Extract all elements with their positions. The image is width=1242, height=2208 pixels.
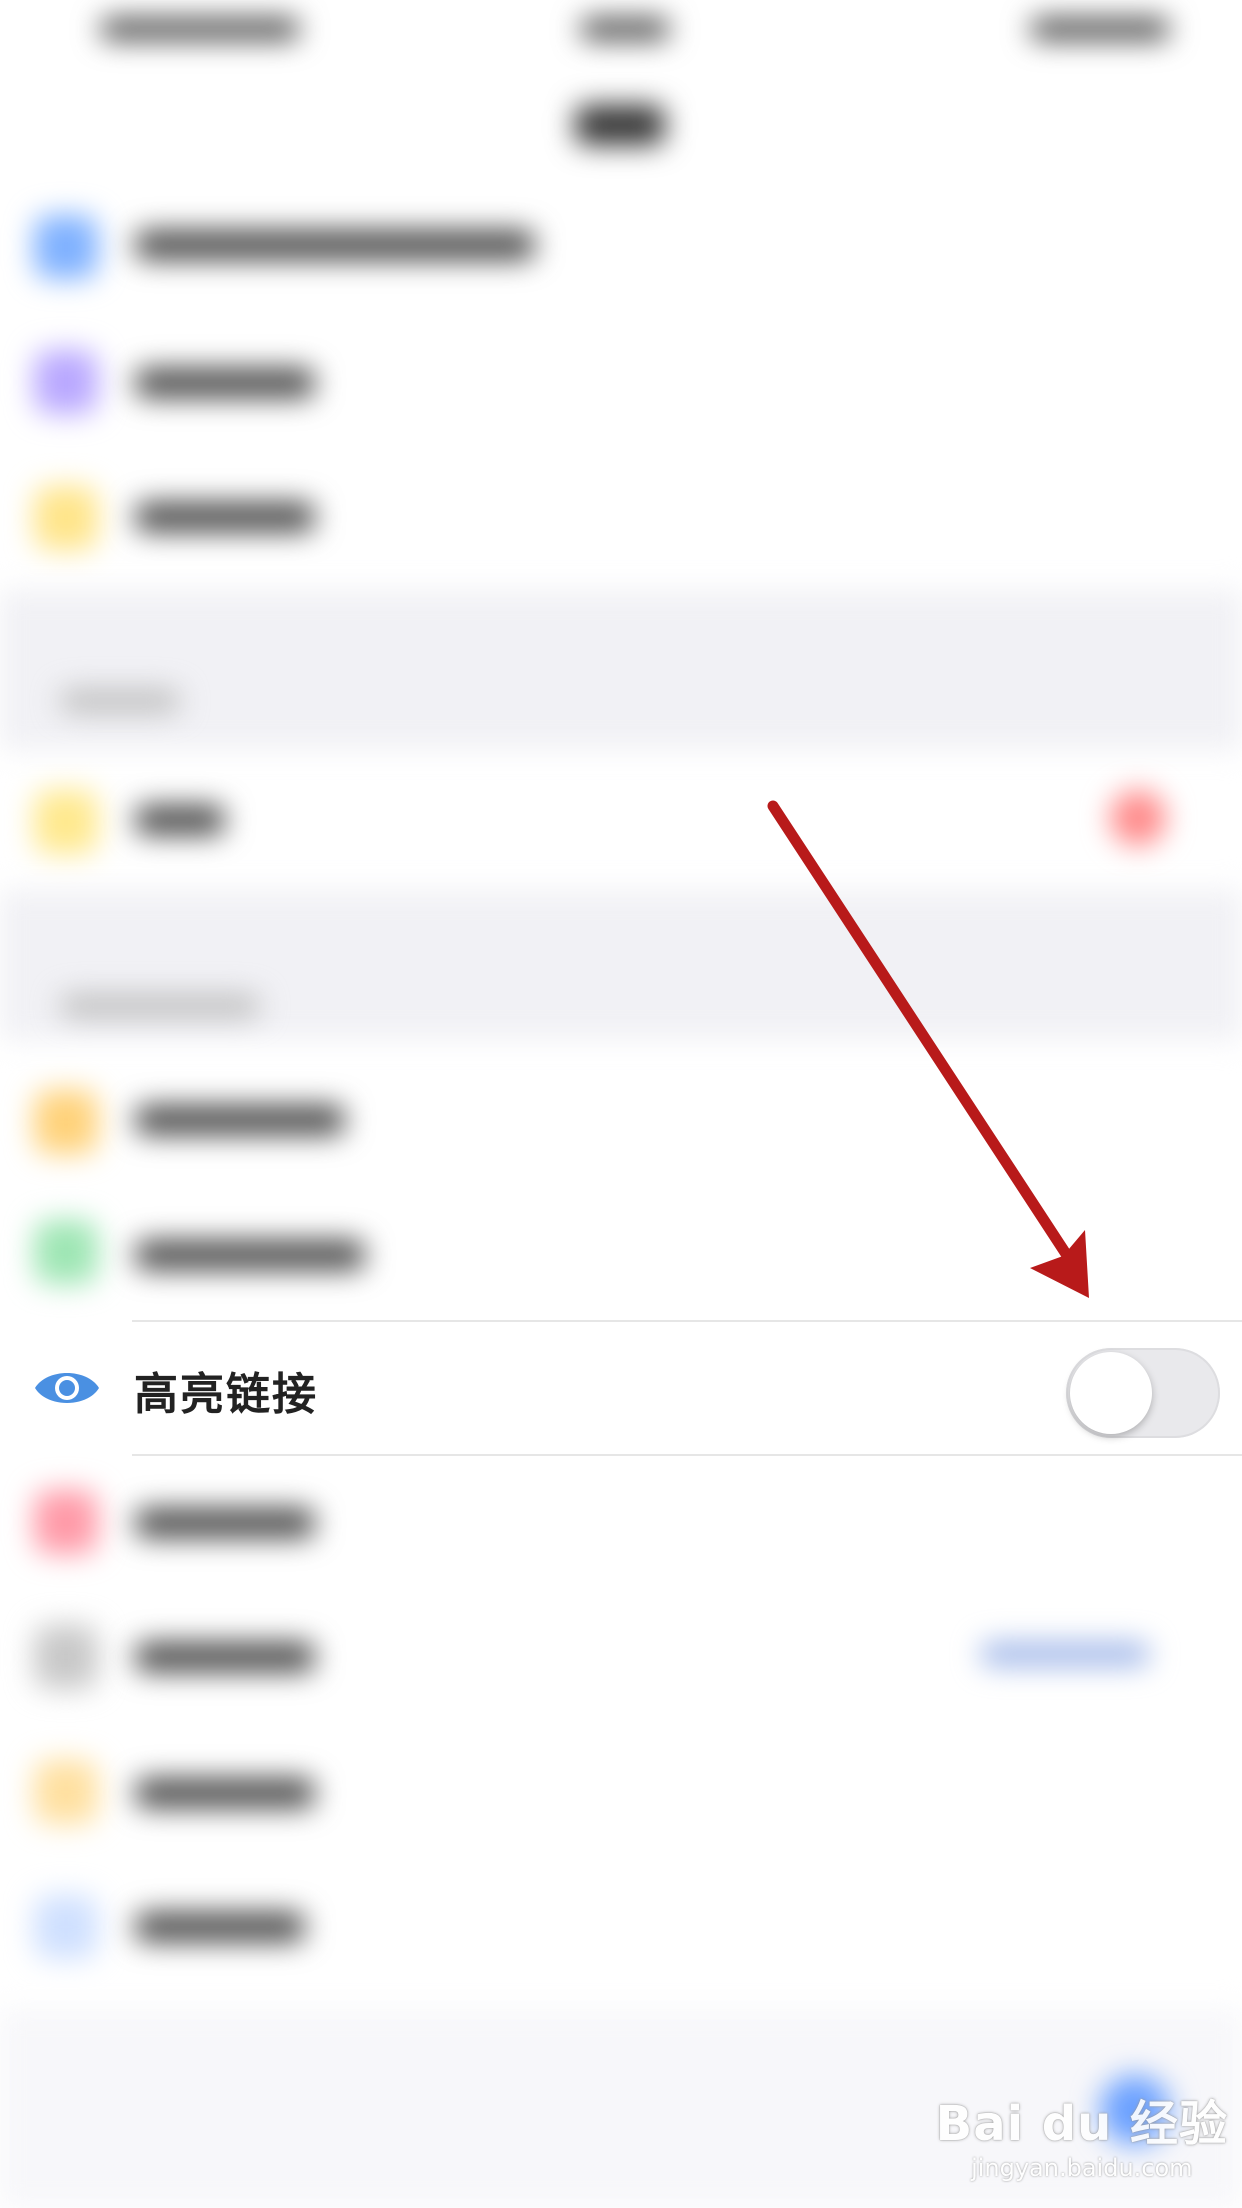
baidu-watermark: Bai du 经验 jingyan.baidu.com <box>936 2084 1228 2182</box>
highlight-links-row[interactable]: 高亮链接 <box>0 1320 1242 1456</box>
row-bottom-divider <box>132 1454 1242 1456</box>
highlight-links-label: 高亮链接 <box>134 1369 318 1420</box>
highlight-links-toggle[interactable] <box>1066 1348 1220 1438</box>
row-top-divider <box>132 1320 1242 1322</box>
watermark-brand: Bai du 经验 <box>935 2096 1228 2152</box>
eye-icon <box>35 1373 99 1403</box>
toggle-knob <box>1070 1352 1152 1434</box>
watermark-url: jingyan.baidu.com <box>971 2154 1193 2182</box>
annotation-arrow <box>767 800 1089 1298</box>
